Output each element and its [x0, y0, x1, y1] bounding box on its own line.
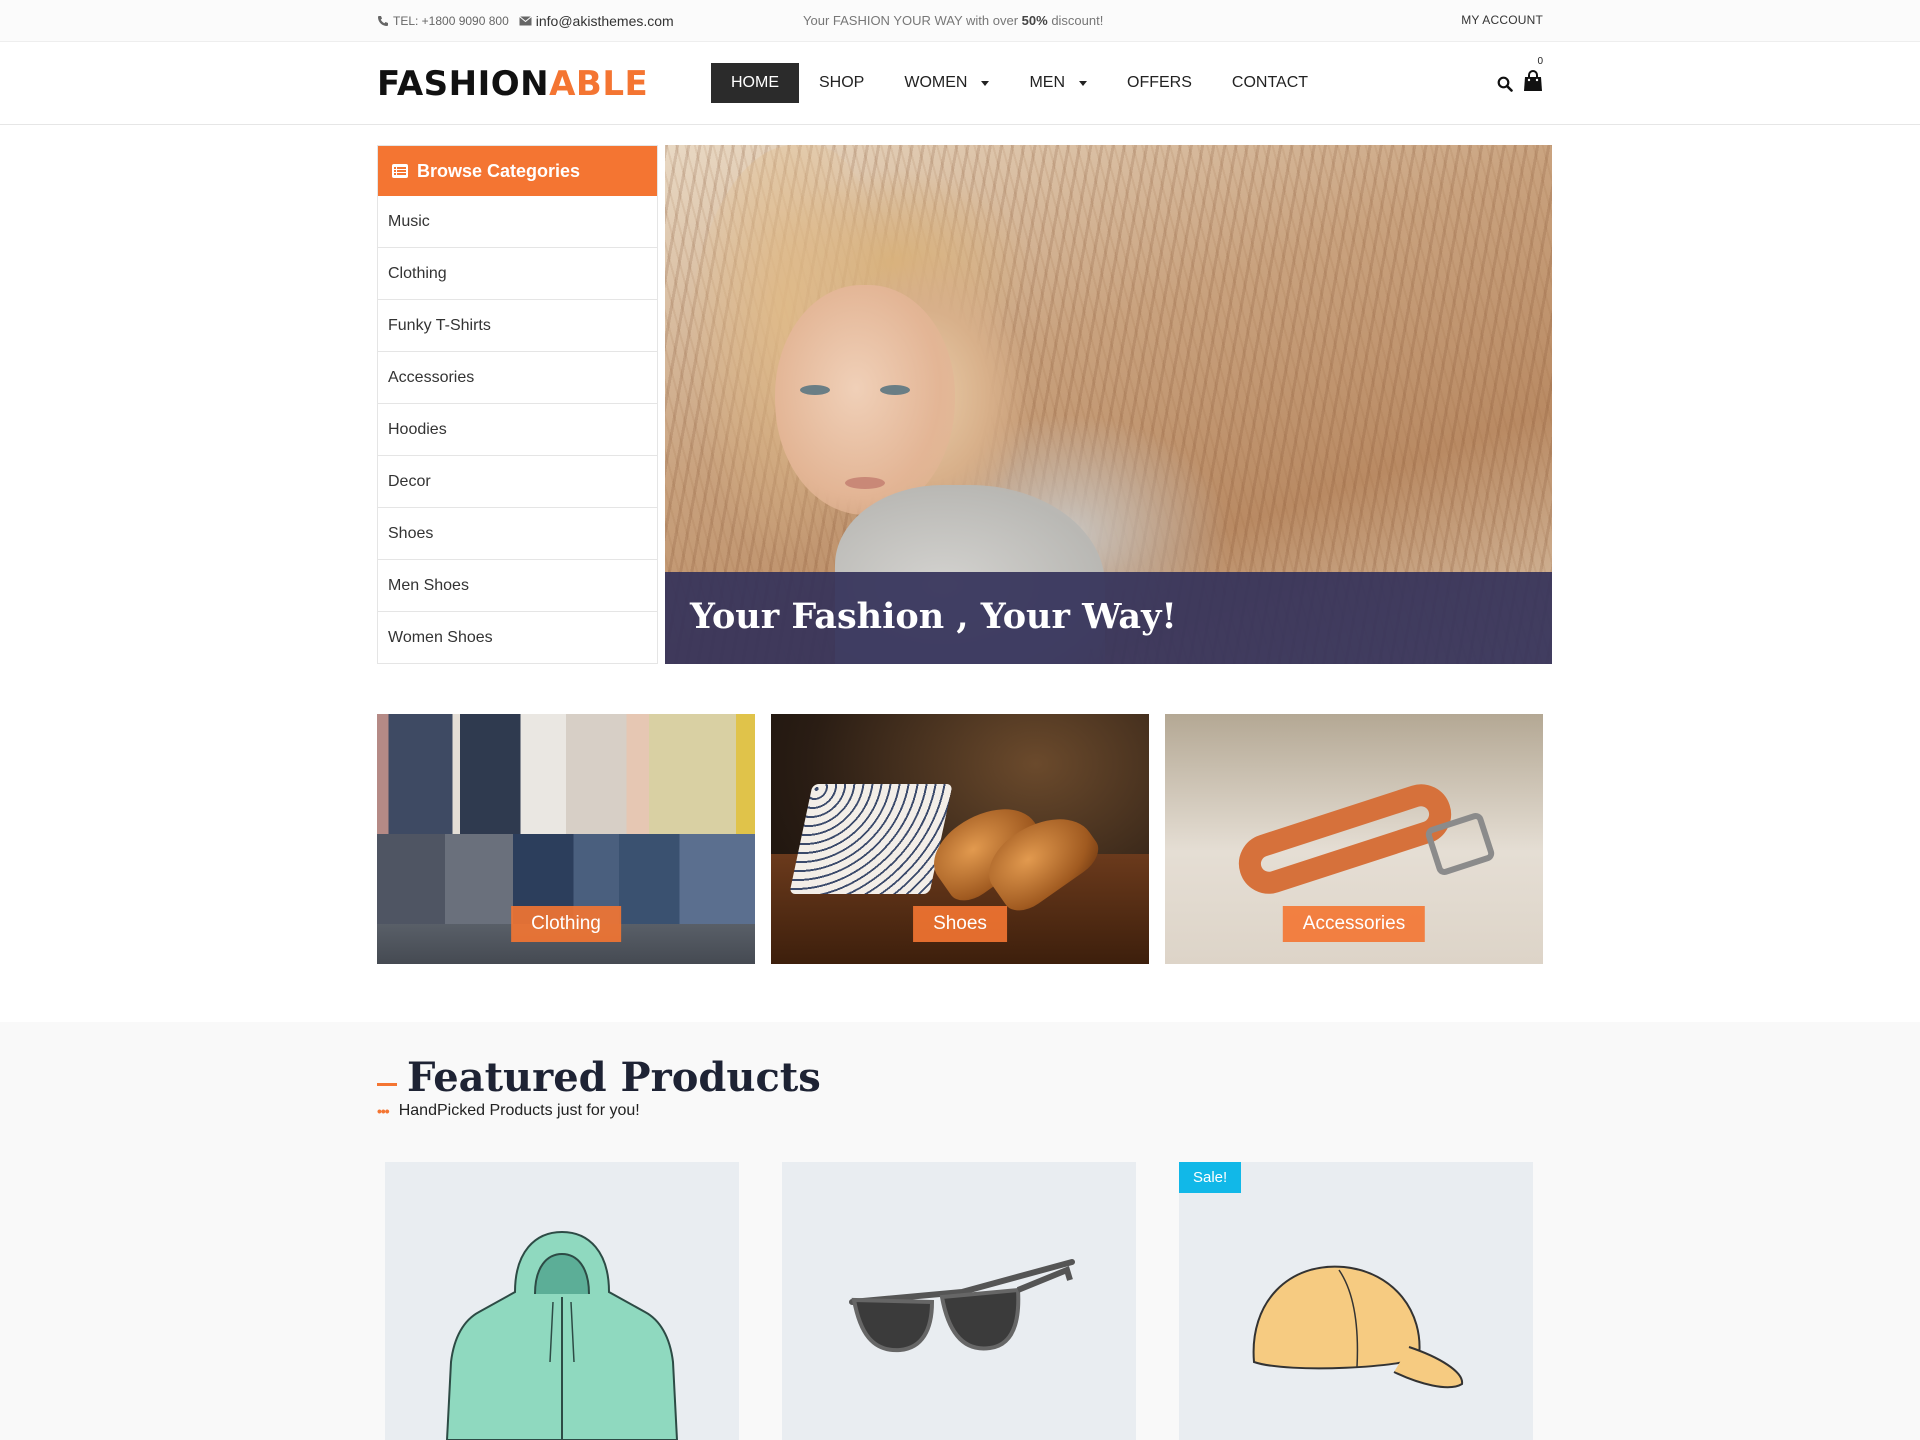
my-account-link[interactable]: MY ACCOUNT: [1461, 13, 1543, 27]
category-card-accessories[interactable]: Accessories: [1165, 714, 1543, 964]
category-item-hoodies[interactable]: Hoodies: [378, 404, 657, 456]
hoodie-image: [445, 1230, 679, 1440]
category-item-funky-t-shirts[interactable]: Funky T-Shirts: [378, 300, 657, 352]
promo-post: discount!: [1047, 13, 1104, 28]
shoes-image-shirt: [789, 784, 953, 894]
browse-categories-header: Browse Categories: [378, 146, 657, 196]
category-item-accessories[interactable]: Accessories: [378, 352, 657, 404]
product-card[interactable]: [385, 1162, 739, 1440]
contact-info: TEL: +1800 9090 800 info@akisthemes.com: [377, 13, 674, 29]
hero-image-eye: [880, 385, 910, 395]
hero-slider[interactable]: Your Fashion , Your Way!: [665, 145, 1552, 664]
category-item-women-shoes[interactable]: Women Shoes: [378, 612, 657, 664]
featured-subtitle-text: HandPicked Products just for you!: [398, 1102, 640, 1119]
nav-shop[interactable]: SHOP: [799, 63, 884, 103]
cart-button[interactable]: 0: [1523, 56, 1543, 97]
site-logo[interactable]: FASHIONABLE: [377, 64, 648, 104]
hero-image-eye: [800, 385, 830, 395]
header-icons: 0: [1497, 56, 1543, 97]
category-item-decor[interactable]: Decor: [378, 456, 657, 508]
featured-subtitle: ••• HandPicked Products just for you!: [377, 1102, 640, 1120]
phone-icon: [378, 16, 388, 26]
category-item-men-shoes[interactable]: Men Shoes: [378, 560, 657, 612]
category-card-shoes[interactable]: Shoes: [771, 714, 1149, 964]
nav-home[interactable]: HOME: [711, 63, 799, 103]
title-dash: [377, 1083, 397, 1086]
promo-text: Your FASHION YOUR WAY with over 50% disc…: [803, 13, 1103, 28]
nav-home-label: HOME: [731, 74, 779, 91]
shopping-bag-icon: [1524, 70, 1542, 91]
main-nav: HOME SHOP WOMEN MEN OFFERS CONTACT: [711, 63, 1328, 103]
phone-contact[interactable]: TEL: +1800 9090 800: [377, 14, 509, 28]
sale-badge: Sale!: [1179, 1162, 1242, 1193]
logo-part-1: FASHION: [377, 64, 550, 104]
product-card[interactable]: [782, 1162, 1136, 1440]
top-bar: TEL: +1800 9090 800 info@akisthemes.com …: [0, 0, 1920, 42]
promo-pre: Your FASHION YOUR WAY with over: [803, 13, 1022, 28]
featured-title: Featured Products: [377, 1054, 821, 1101]
nav-women-label: WOMEN: [904, 74, 968, 91]
nav-shop-label: SHOP: [819, 74, 865, 91]
nav-contact-label: CONTACT: [1231, 74, 1309, 91]
category-card-label[interactable]: Clothing: [511, 906, 621, 942]
list-icon: [392, 164, 408, 178]
nav-offers[interactable]: OFFERS: [1107, 63, 1212, 103]
nav-offers-label: OFFERS: [1127, 74, 1192, 91]
cap-image: [1252, 1265, 1464, 1389]
logo-part-2: ABLE: [549, 64, 649, 104]
sunglasses-image: [849, 1259, 1075, 1353]
dots-icon: •••: [377, 1103, 390, 1119]
caret-down-icon: [1079, 80, 1088, 86]
nav-men[interactable]: MEN: [1009, 63, 1107, 103]
nav-men-label: MEN: [1029, 74, 1066, 91]
nav-contact[interactable]: CONTACT: [1212, 63, 1328, 103]
category-card-label[interactable]: Accessories: [1282, 906, 1426, 942]
caret-down-icon: [981, 80, 990, 86]
hero-caption: Your Fashion , Your Way!: [665, 572, 1552, 664]
hero-image-lips: [845, 477, 885, 489]
site-header: FASHIONABLE HOME SHOP WOMEN MEN OFFERS C…: [0, 42, 1920, 125]
category-item-music[interactable]: Music: [378, 196, 657, 248]
envelope-icon: [518, 16, 532, 26]
browse-categories-panel: Browse Categories Music Clothing Funky T…: [377, 145, 658, 664]
nav-women[interactable]: WOMEN: [884, 63, 1009, 103]
phone-number: TEL: +1800 9090 800: [393, 14, 509, 28]
product-card[interactable]: Sale!: [1179, 1162, 1533, 1440]
promo-discount: 50%: [1021, 13, 1048, 28]
browse-categories-title: Browse Categories: [417, 160, 581, 181]
category-item-clothing[interactable]: Clothing: [378, 248, 657, 300]
email-contact[interactable]: info@akisthemes.com: [518, 13, 674, 29]
cart-count: 0: [1537, 56, 1543, 67]
featured-heading: Featured Products: [407, 1054, 821, 1101]
search-icon[interactable]: [1497, 76, 1513, 92]
category-item-shoes[interactable]: Shoes: [378, 508, 657, 560]
category-card-clothing[interactable]: Clothing: [377, 714, 755, 964]
email-address: info@akisthemes.com: [535, 13, 674, 29]
hero-caption-text: Your Fashion , Your Way!: [690, 596, 1177, 637]
category-card-label[interactable]: Shoes: [913, 906, 1007, 942]
